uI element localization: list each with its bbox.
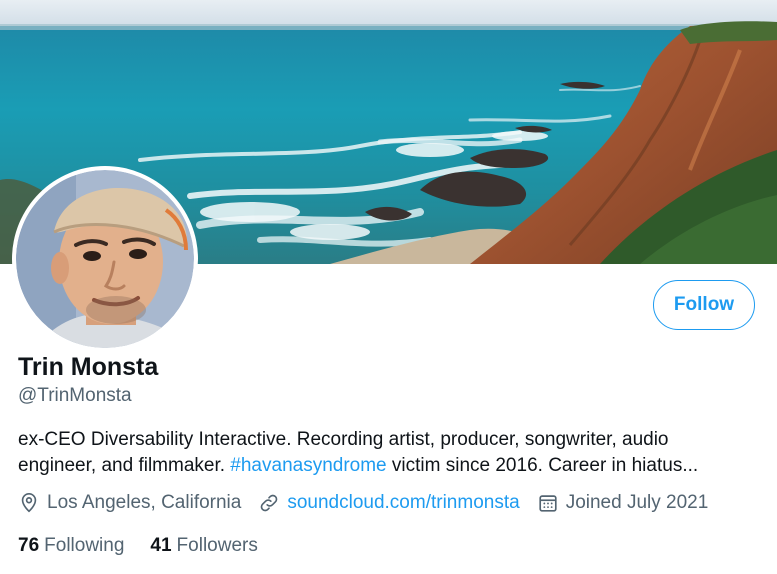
username-handle: @TrinMonsta: [18, 385, 132, 406]
profile-page: Follow Trin Monsta @TrinMonsta ex-CEO Di…: [0, 0, 777, 574]
following-count: 76: [18, 535, 40, 556]
display-name: Trin Monsta: [18, 353, 159, 381]
calendar-icon: [537, 492, 559, 514]
bio-hashtag-link[interactable]: #havanasyndrome: [230, 455, 386, 476]
avatar[interactable]: [12, 166, 198, 352]
following-label: Following: [44, 535, 125, 556]
profile-joined-date: Joined July 2021: [537, 492, 709, 514]
bio-text-end: victim since 2016. Career in hiatus...: [386, 455, 699, 476]
location-pin-icon: [18, 492, 40, 514]
follow-button-label: Follow: [673, 294, 735, 315]
follow-button[interactable]: Follow: [653, 280, 755, 330]
following-link[interactable]: 76 Following: [18, 535, 124, 557]
followers-label: Followers: [176, 535, 258, 556]
profile-meta-row: Los Angeles, California soundcloud.com/t…: [18, 492, 725, 514]
follow-stats: 76 Following 41 Followers: [18, 535, 284, 557]
joined-text: Joined July 2021: [565, 492, 709, 513]
profile-bio: ex-CEO Diversability Interactive. Record…: [18, 427, 738, 479]
profile-location: Los Angeles, California: [18, 492, 241, 514]
followers-count: 41: [150, 535, 172, 556]
location-text: Los Angeles, California: [47, 492, 242, 513]
profile-photo-graphic: [16, 170, 194, 348]
profile-website: soundcloud.com/trinmonsta: [258, 492, 520, 514]
link-icon: [258, 492, 280, 514]
website-link[interactable]: soundcloud.com/trinmonsta: [287, 492, 519, 514]
followers-link[interactable]: 41 Followers: [150, 535, 257, 557]
